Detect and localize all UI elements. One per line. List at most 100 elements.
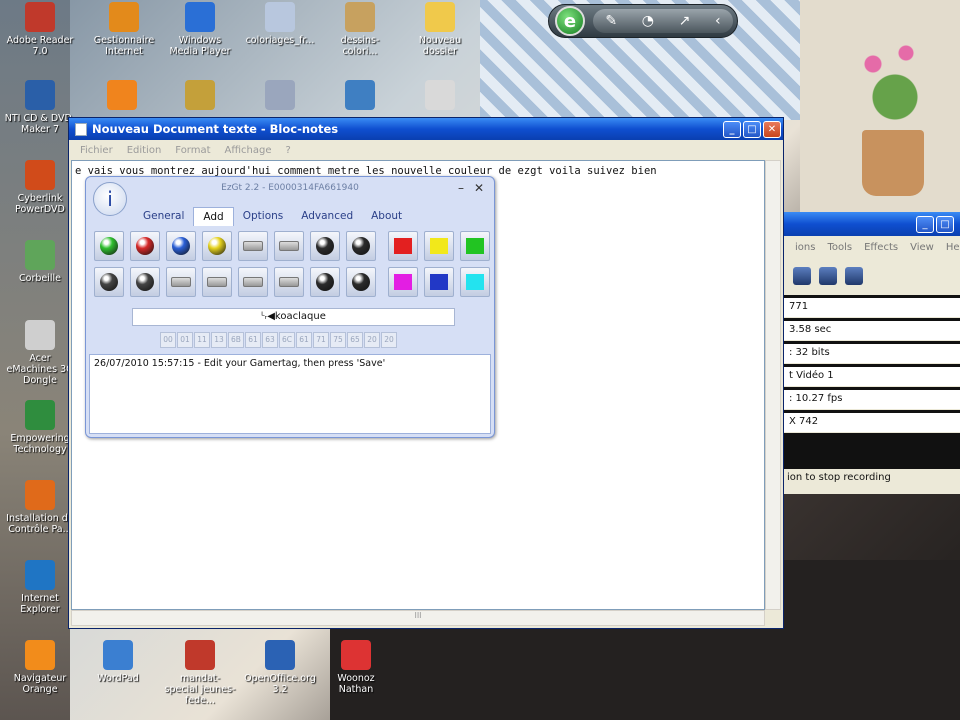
lb-button[interactable] <box>238 231 268 261</box>
horizontal-scrollbar[interactable]: III <box>71 610 765 626</box>
desktop-icon[interactable]: mandat-special jeunes-fede... <box>164 640 236 706</box>
desktop-icon-label: coloriages_fr... <box>245 35 315 46</box>
desktop-icon[interactable]: WordPad <box>82 640 154 684</box>
gadget-buttons: ✎ ◔ ↗ ‹ <box>593 9 733 33</box>
gadget-collapse-icon[interactable]: ‹ <box>715 13 721 29</box>
magenta-color-button[interactable] <box>388 267 418 297</box>
desktop-icon[interactable] <box>244 80 316 113</box>
desktop-icon[interactable]: Windows Media Player <box>164 2 236 57</box>
yellow-orb-button[interactable] <box>202 231 232 261</box>
tab-about[interactable]: About <box>362 207 411 226</box>
film-icon[interactable] <box>819 267 837 285</box>
globe-icon <box>345 80 375 110</box>
right-stick-button[interactable] <box>346 231 376 261</box>
blue-color-button[interactable] <box>424 267 454 297</box>
desktop-icon-label: Gestionnaire Internet <box>93 35 155 57</box>
blue-orb-button[interactable] <box>166 231 196 261</box>
menu-edition[interactable]: Edition <box>120 145 169 156</box>
sq-glyph <box>466 238 484 254</box>
dongle-icon <box>25 320 55 350</box>
minimize-button[interactable]: _ <box>723 120 741 138</box>
dpad-right-button[interactable] <box>130 267 160 297</box>
recorder-status: ion to stop recording <box>787 472 891 483</box>
yellow-color-button[interactable] <box>424 231 454 261</box>
recorder-menu-help[interactable]: Help <box>940 242 960 253</box>
desktop-icon[interactable] <box>164 80 236 113</box>
menu-fichier[interactable]: Fichier <box>73 145 120 156</box>
ezgt-minimize-button[interactable]: – <box>458 177 464 199</box>
rb-button[interactable] <box>274 231 304 261</box>
desktop-icon[interactable]: Nouveau dossier <box>404 2 476 57</box>
recorder-minimize-button[interactable]: _ <box>916 215 934 233</box>
gamertag-field[interactable]: ᴸᵣ◀koaclaque <box>132 308 455 326</box>
red-color-button[interactable] <box>388 231 418 261</box>
menu-affichage[interactable]: Affichage <box>218 145 279 156</box>
desktop-icon[interactable]: Acer eMachines 3G Dongle <box>4 320 76 386</box>
recorder-maximize-button[interactable]: □ <box>936 215 954 233</box>
close-button[interactable]: ✕ <box>763 120 781 138</box>
dpad-left-button[interactable] <box>94 267 124 297</box>
recorder-menu-effects[interactable]: Effects <box>858 242 904 253</box>
image-icon <box>345 2 375 32</box>
desktop-icon[interactable]: Gestionnaire Internet <box>88 2 160 57</box>
desktop-icon[interactable] <box>86 80 158 113</box>
desktop-icon[interactable]: Internet Explorer <box>4 560 76 615</box>
desktop-icon[interactable] <box>404 80 476 113</box>
notepad-titlebar[interactable]: Nouveau Document texte - Bloc-notes _ □ … <box>69 118 783 140</box>
tab-advanced[interactable]: Advanced <box>292 207 362 226</box>
menu-format[interactable]: Format <box>168 145 217 156</box>
back-button[interactable] <box>238 267 268 297</box>
ezgt-log: 26/07/2010 15:57:15 - Edit your Gamertag… <box>89 354 491 434</box>
ezgt-titlebar[interactable]: EzGt 2.2 - E0000314FA661940 – ✕ <box>86 177 494 199</box>
desktop-icon[interactable]: coloriages_fr... <box>244 2 316 46</box>
guide-right-button[interactable] <box>346 267 376 297</box>
desktop-icon[interactable]: NTI CD & DVD-Maker 7 <box>4 80 76 135</box>
desktop-icon[interactable]: Installation du Contrôle Pa... <box>4 480 76 535</box>
recorder-time: 3.58 sec <box>783 318 960 340</box>
desktop-icon[interactable] <box>324 80 396 113</box>
gadget-tool-icon[interactable]: ✎ <box>605 13 617 29</box>
recorder-menu-view[interactable]: View <box>904 242 940 253</box>
hex-code: 75 <box>330 332 346 348</box>
recorder-fps: : 10.27 fps <box>783 387 960 409</box>
tab-general[interactable]: General <box>134 207 193 226</box>
desktop-icon[interactable]: Empowering Technology <box>4 400 76 455</box>
green-orb-button[interactable] <box>94 231 124 261</box>
winamp-icon <box>185 80 215 110</box>
recorder-titlebar[interactable]: _ □ <box>783 212 960 236</box>
red-orb-button[interactable] <box>130 231 160 261</box>
guide-left-button[interactable] <box>310 267 340 297</box>
desktop-icon[interactable]: Corbeille <box>4 240 76 284</box>
desktop-icon[interactable]: Woonoz Nathan <box>320 640 392 695</box>
cyan-color-button[interactable] <box>460 267 490 297</box>
hex-code: 71 <box>313 332 329 348</box>
green-color-button[interactable] <box>460 231 490 261</box>
recorder-menu-options[interactable]: ions <box>789 242 821 253</box>
recorder-toolbar <box>783 258 960 294</box>
menu-help[interactable]: ? <box>279 145 298 156</box>
ezgt-window: EzGt 2.2 - E0000314FA661940 – ✕ i Genera… <box>85 176 495 438</box>
ezgt-close-button[interactable]: ✕ <box>474 177 484 199</box>
desktop-icon[interactable]: dessins-colori... <box>324 2 396 57</box>
sq-glyph <box>430 238 448 254</box>
desktop-icon[interactable]: Adobe Reader 7.0 <box>4 2 76 57</box>
left-stick-button[interactable] <box>310 231 340 261</box>
tab-options[interactable]: Options <box>234 207 293 226</box>
desktop-icon[interactable]: OpenOffice.org 3.2 <box>244 640 316 695</box>
orange-e-icon[interactable]: e <box>555 6 585 36</box>
vertical-scrollbar[interactable] <box>765 160 781 610</box>
camera-icon[interactable] <box>845 267 863 285</box>
right-trigger-button[interactable] <box>202 267 232 297</box>
gadget-stats-icon[interactable]: ↗ <box>679 13 691 29</box>
desktop-icon[interactable]: Navigateur Orange <box>4 640 76 695</box>
sidebar-gadget[interactable]: e ✎ ◔ ↗ ‹ <box>548 4 738 38</box>
maximize-button[interactable]: □ <box>743 120 761 138</box>
tab-add[interactable]: Add <box>193 207 234 226</box>
record-icon[interactable] <box>793 267 811 285</box>
desktop-icon[interactable]: Cyberlink PowerDVD <box>4 160 76 215</box>
recorder-menu-tools[interactable]: Tools <box>821 242 858 253</box>
hex-code: 01 <box>177 332 193 348</box>
gadget-clock-icon[interactable]: ◔ <box>642 13 654 29</box>
left-trigger-button[interactable] <box>166 267 196 297</box>
start-button[interactable] <box>274 267 304 297</box>
